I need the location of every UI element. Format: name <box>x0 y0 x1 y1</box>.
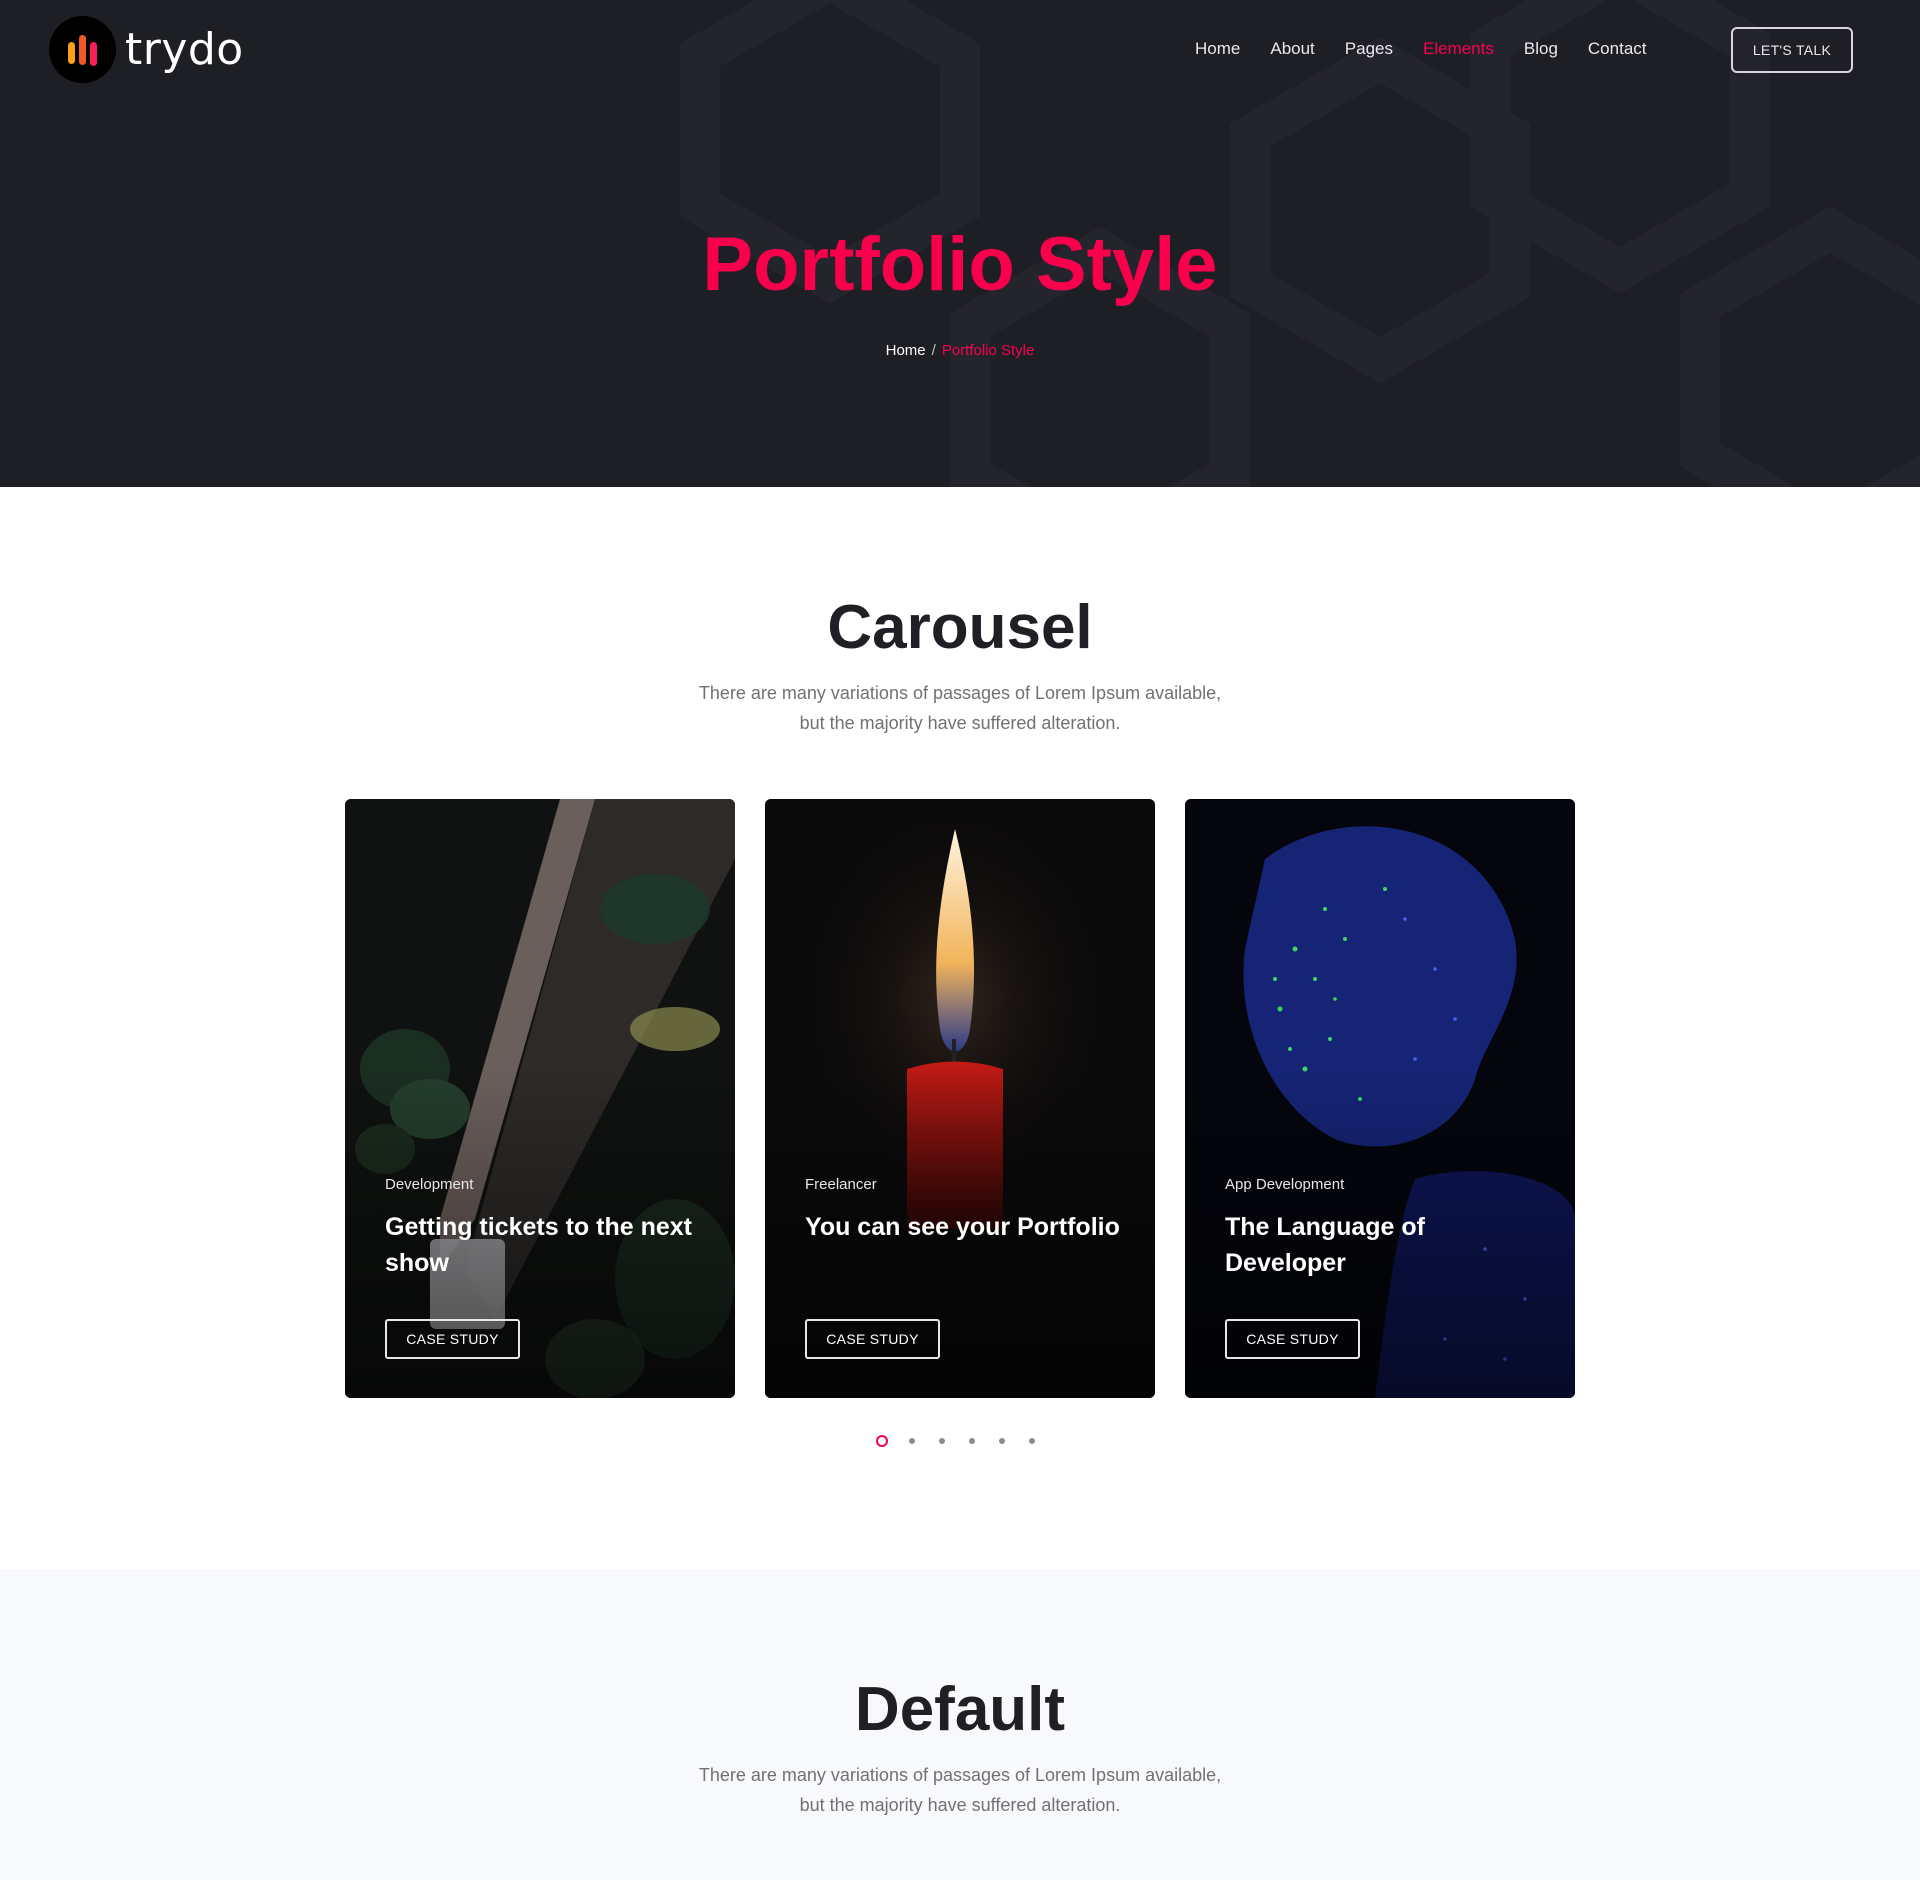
breadcrumb-current: Portfolio Style <box>941 342 1035 359</box>
brand-name: trydo <box>125 24 244 75</box>
portfolio-card[interactable]: Freelancer You can see your Portfolio CA… <box>765 799 1155 1398</box>
case-study-button[interactable]: CASE STUDY <box>805 1319 940 1359</box>
case-study-button[interactable]: CASE STUDY <box>1225 1319 1360 1359</box>
carousel-dot[interactable] <box>999 1438 1005 1444</box>
default-section-desc-line1: There are many variations of passages of… <box>698 1765 1222 1785</box>
card-title[interactable]: The Language of Developer <box>1225 1209 1545 1281</box>
case-study-button[interactable]: CASE STUDY <box>385 1319 520 1359</box>
carousel-section-desc-line2: but the majority have suffered alteratio… <box>799 713 1121 733</box>
logo-mark-icon <box>49 16 116 83</box>
nav-about[interactable]: About <box>1270 38 1314 60</box>
carousel-dot[interactable] <box>909 1438 915 1444</box>
main-nav: Home About Pages Elements Blog Contact <box>1195 38 1647 60</box>
carousel-dot[interactable] <box>939 1438 945 1444</box>
card-category: Freelancer <box>805 1176 877 1193</box>
nav-elements[interactable]: Elements <box>1423 38 1494 60</box>
hero-banner: trydo Home About Pages Elements Blog Con… <box>0 0 1920 487</box>
carousel-dot[interactable] <box>1029 1438 1035 1444</box>
default-section-desc-line2: but the majority have suffered alteratio… <box>799 1795 1121 1815</box>
nav-home[interactable]: Home <box>1195 38 1240 60</box>
card-category: Development <box>385 1176 474 1193</box>
nav-contact[interactable]: Contact <box>1588 38 1647 60</box>
brand-logo[interactable]: trydo <box>49 16 244 83</box>
portfolio-card[interactable]: Development Getting tickets to the next … <box>345 799 735 1398</box>
carousel-dot-active[interactable] <box>876 1435 888 1447</box>
breadcrumb: Home / Portfolio Style <box>0 342 1920 359</box>
carousel-section-desc-line1: There are many variations of passages of… <box>698 683 1222 703</box>
card-title[interactable]: You can see your Portfolio <box>805 1209 1125 1245</box>
default-section-title: Default <box>854 1675 1066 1744</box>
lets-talk-button[interactable]: LET'S TALK <box>1731 27 1853 73</box>
carousel-dot[interactable] <box>969 1438 975 1444</box>
breadcrumb-home[interactable]: Home <box>886 342 926 359</box>
page-title: Portfolio Style <box>702 222 1218 307</box>
portfolio-card[interactable]: App Development The Language of Develope… <box>1185 799 1575 1398</box>
breadcrumb-separator: / <box>931 342 936 359</box>
card-category: App Development <box>1225 1176 1345 1193</box>
nav-pages[interactable]: Pages <box>1345 38 1393 60</box>
carousel-pagination <box>876 1435 1035 1447</box>
card-title[interactable]: Getting tickets to the next show <box>385 1209 705 1281</box>
carousel-section-title: Carousel <box>827 593 1093 662</box>
nav-blog[interactable]: Blog <box>1524 38 1558 60</box>
